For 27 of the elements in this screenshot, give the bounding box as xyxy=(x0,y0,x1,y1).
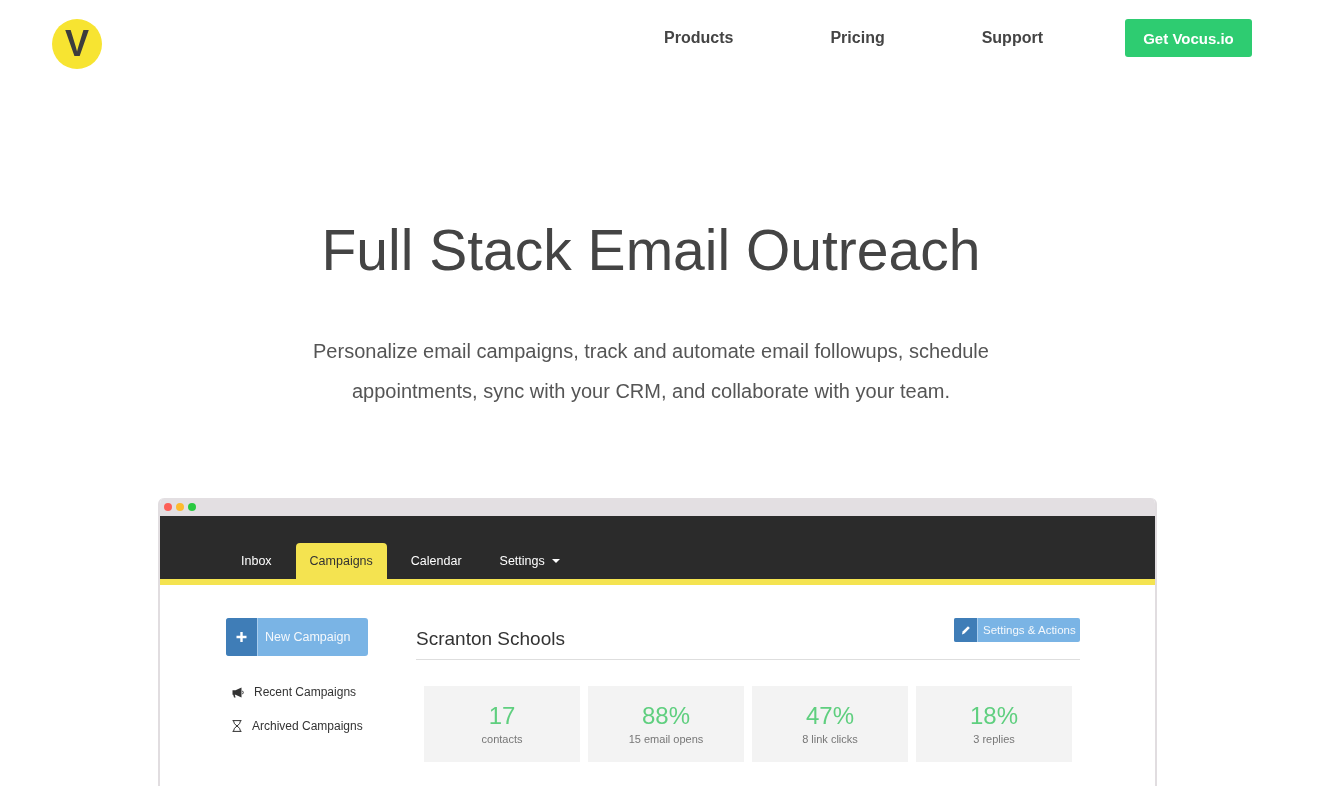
stat-value: 17 xyxy=(487,702,517,730)
hourglass-icon xyxy=(232,720,242,732)
window-controls-icon xyxy=(164,503,196,511)
stat-label: 15 email opens xyxy=(627,732,705,746)
nav-tab[interactable]: Settings xyxy=(485,543,574,579)
hero-title: Full Stack Email Outreach xyxy=(320,217,982,284)
stat-value: 88% xyxy=(640,702,691,730)
nav-link[interactable]: Support xyxy=(981,28,1043,48)
plus-icon xyxy=(226,618,258,656)
pencil-icon xyxy=(954,618,978,642)
nav-tab[interactable]: Campaigns xyxy=(295,543,387,579)
caret-icon xyxy=(551,559,560,563)
nav-link[interactable]: Products xyxy=(664,28,734,48)
logo[interactable]: V xyxy=(52,19,102,69)
megaphone-icon xyxy=(232,686,244,698)
stat-value: 47% xyxy=(804,702,855,730)
nav-link[interactable]: Pricing xyxy=(830,28,885,48)
stat-label: contacts xyxy=(480,732,524,746)
stat-value: 18% xyxy=(968,702,1019,730)
nav-tab[interactable]: Inbox xyxy=(227,543,286,579)
stat-label: 3 replies xyxy=(972,732,1016,746)
hero-subtitle: Personalize email campaigns, track and automate email followups, schedule appointments, sync with your CRM, and collaborate with your team. xyxy=(312,339,990,404)
nav-tab[interactable]: Calendar xyxy=(396,543,476,579)
stat-label: 8 link clicks xyxy=(801,732,859,746)
sidebar-item[interactable]: Recent Campaigns xyxy=(226,681,416,703)
sidebar-item[interactable]: Archived Campaigns xyxy=(226,715,416,737)
campaign-title: Scranton Schools xyxy=(416,627,565,651)
